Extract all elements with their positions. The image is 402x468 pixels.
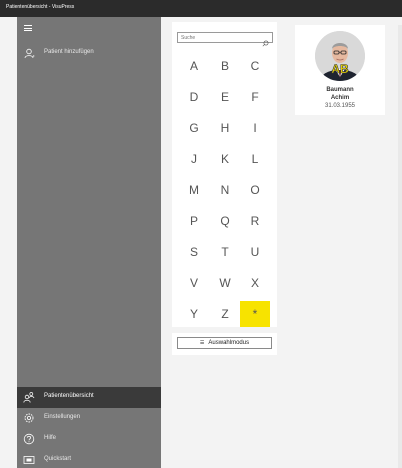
letter-button[interactable]: X [240, 270, 270, 296]
letter-button[interactable]: N [210, 177, 240, 203]
sidebar-item-label: Patient hinzufügen [44, 49, 94, 55]
letter-button[interactable]: Y [179, 301, 209, 327]
letter-button[interactable]: H [210, 115, 240, 141]
letter-button[interactable]: K [210, 146, 240, 172]
selection-mode-label: Auswahlmodus [208, 340, 250, 346]
letter-button[interactable]: R [240, 208, 270, 234]
sidebar-item-label: Einstellungen [44, 414, 81, 420]
hamburger-menu-icon[interactable] [24, 25, 32, 31]
search-box[interactable] [177, 32, 273, 47]
sidebar-item-label: Quickstart [44, 456, 72, 462]
search-icon[interactable] [262, 34, 269, 47]
person-icon [23, 47, 35, 59]
letter-button[interactable]: P [179, 208, 209, 234]
gear-icon [23, 412, 35, 424]
letter-button[interactable]: Z [210, 301, 240, 327]
quickstart-icon [23, 454, 35, 466]
selection-mode-panel: ☰ Auswahlmodus [172, 333, 277, 355]
patient-dob: 31.03.1955 [324, 103, 356, 109]
sidebar-item-patient-overview[interactable]: Patientenübersicht [17, 387, 161, 408]
patient-first-name: Achim [330, 95, 350, 101]
letter-button[interactable]: G [179, 115, 209, 141]
letter-button[interactable]: E [210, 84, 240, 110]
sidebar-item-quickstart[interactable]: Quickstart [17, 450, 161, 468]
letter-button[interactable]: B [210, 53, 240, 79]
window-title: Patientenübersicht - VisuPress [6, 4, 75, 10]
title-bar: Patientenübersicht - VisuPress [0, 0, 402, 17]
letter-button[interactable]: A [179, 53, 209, 79]
sidebar: Patient hinzufügen Patientenübersicht Ei… [17, 17, 161, 468]
letter-button[interactable]: C [240, 53, 270, 79]
letter-button[interactable]: * [240, 301, 270, 327]
patient-initials: AB [331, 62, 349, 77]
letter-button[interactable]: V [179, 270, 209, 296]
letter-button[interactable]: T [210, 239, 240, 265]
list-icon: ☰ [199, 340, 205, 346]
letter-button[interactable]: W [210, 270, 240, 296]
sidebar-item-label: Hilfe [44, 435, 57, 441]
letter-button[interactable]: U [240, 239, 270, 265]
letter-button[interactable]: L [240, 146, 270, 172]
next-card-edge [398, 25, 402, 468]
letter-filter-panel: ABC DEF GHI JKL MNO PQR STU VWX YZ* [172, 22, 277, 327]
letter-button[interactable]: D [179, 84, 209, 110]
patient-card[interactable]: AB Baumann Achim 31.03.1955 [295, 25, 385, 115]
sidebar-item-label: Patientenübersicht [44, 393, 94, 399]
letter-button[interactable]: M [179, 177, 209, 203]
help-icon [23, 433, 35, 445]
sidebar-item-settings[interactable]: Einstellungen [17, 408, 161, 429]
selection-mode-button[interactable]: ☰ Auswahlmodus [177, 337, 272, 349]
patient-last-name: Baumann [326, 87, 354, 93]
patient-avatar: AB [315, 31, 365, 81]
letter-button[interactable]: S [179, 239, 209, 265]
sidebar-item-help[interactable]: Hilfe [17, 429, 161, 450]
sidebar-item-add-patient[interactable]: Patient hinzufügen [17, 43, 161, 64]
letter-button[interactable]: J [179, 146, 209, 172]
letter-button[interactable]: I [240, 115, 270, 141]
letter-button[interactable]: F [240, 84, 270, 110]
search-input[interactable] [181, 34, 261, 41]
letter-button[interactable]: O [240, 177, 270, 203]
people-icon [23, 391, 35, 403]
letter-button[interactable]: Q [210, 208, 240, 234]
